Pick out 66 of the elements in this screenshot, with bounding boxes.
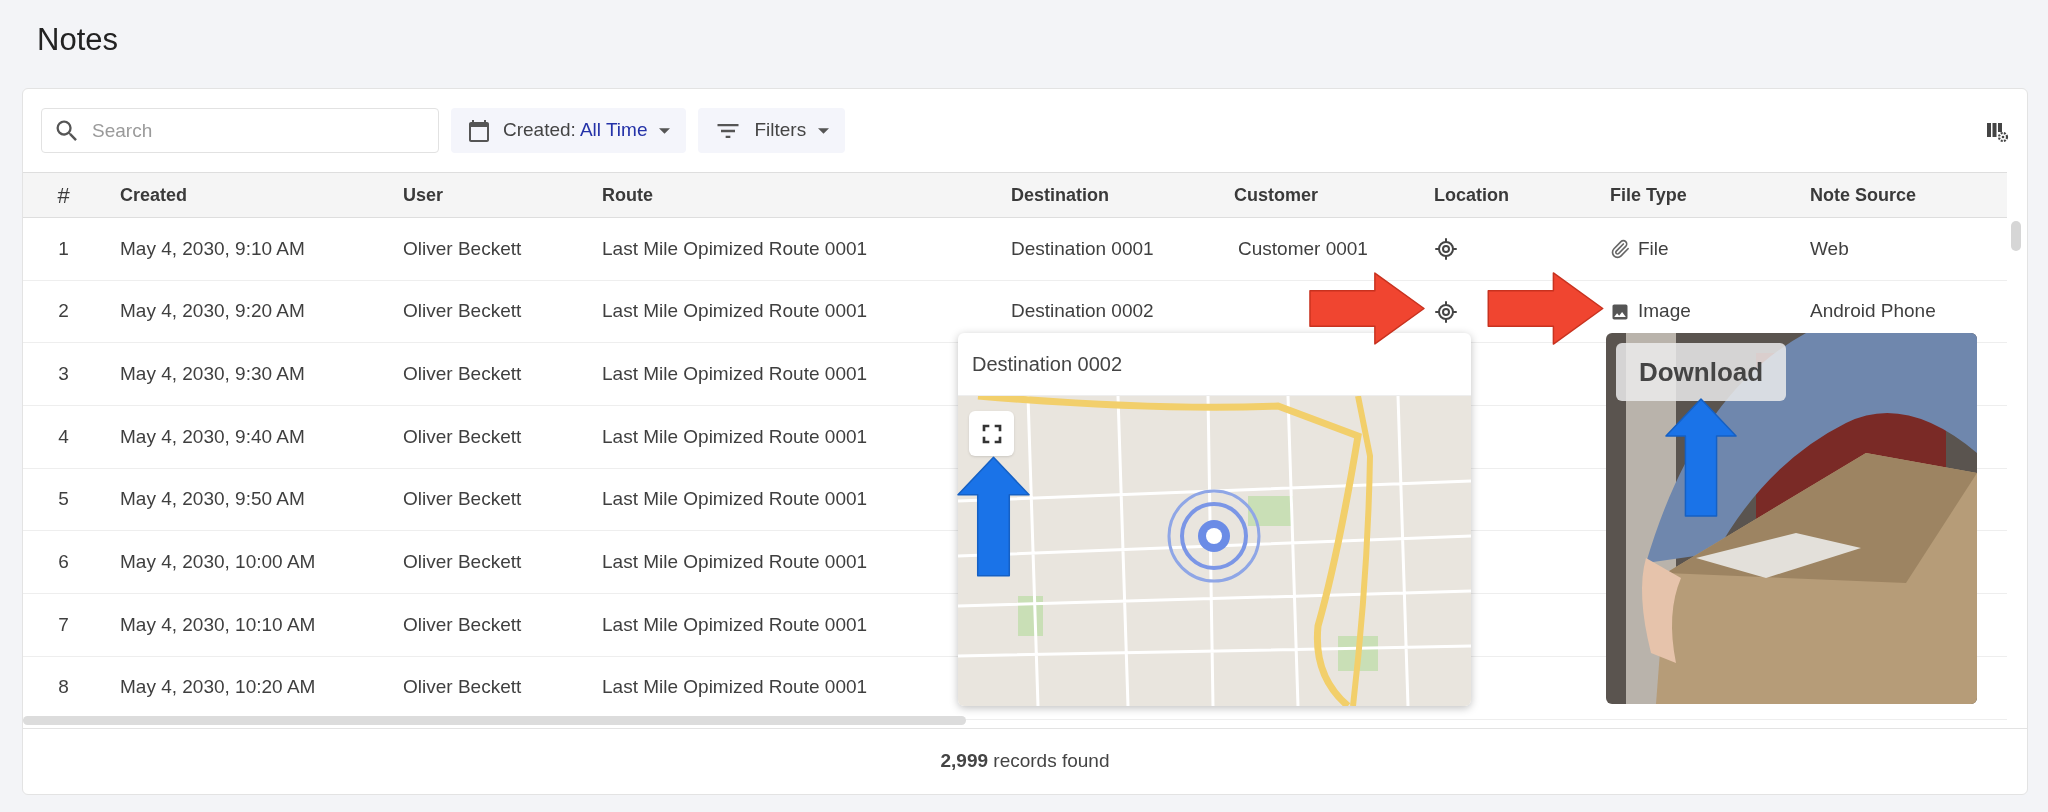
table-cell: Last Mile Opimized Route 0001 — [602, 237, 868, 259]
column-header[interactable]: # — [57, 178, 70, 212]
table-cell: Android Phone — [1810, 300, 1936, 322]
table-cell: Last Mile Opimized Route 0001 — [602, 613, 868, 635]
table-cell: Last Mile Opimized Route 0001 — [602, 488, 868, 510]
horizontal-scrollbar[interactable] — [23, 716, 966, 725]
table-cell: May 4, 2030, 9:40 AM — [120, 425, 305, 447]
column-header[interactable]: Note Source — [1810, 184, 1917, 205]
caret-icon — [818, 127, 830, 134]
column-header[interactable]: Route — [602, 184, 653, 205]
table-cell: May 4, 2030, 10:20 AM — [120, 676, 316, 698]
table-cell: Oliver Beckett — [403, 551, 522, 573]
table-cell: May 4, 2030, 9:50 AM — [120, 488, 305, 510]
table-cell: Oliver Beckett — [403, 300, 522, 322]
column-header[interactable]: Created — [120, 184, 188, 205]
table-cell: Destination 0002 — [1011, 300, 1154, 322]
table-cell: May 4, 2030, 9:20 AM — [120, 300, 305, 322]
row-number: 2 — [58, 299, 69, 324]
table-cell: Last Mile Opimized Route 0001 — [602, 300, 868, 322]
date-filter-value: All Time — [579, 118, 648, 143]
column-header[interactable]: File Type — [1610, 184, 1687, 205]
row-number: 6 — [58, 550, 69, 575]
column-header[interactable]: User — [403, 184, 444, 205]
table-cell: Last Mile Opimized Route 0001 — [602, 425, 868, 447]
table-cell: Web — [1810, 237, 1849, 259]
table-cell: Last Mile Opimized Route 0001 — [602, 551, 868, 573]
vertical-scrollbar[interactable] — [2011, 221, 2021, 251]
paperclip-icon — [1610, 238, 1630, 259]
row-number: 5 — [58, 487, 69, 512]
column-header[interactable]: Destination — [1011, 184, 1109, 205]
page-title: Notes — [37, 20, 118, 59]
table-cell-text: Image — [1638, 299, 1691, 324]
table-cell: Oliver Beckett — [403, 676, 522, 698]
popup-title: Destination 0002 — [972, 352, 1123, 377]
row-number: 1 — [58, 236, 69, 261]
table-cell: Last Mile Opimized Route 0001 — [602, 362, 868, 384]
search-field[interactable]: Search — [41, 108, 439, 153]
row-number: 3 — [58, 361, 69, 386]
table-cell: May 4, 2030, 10:10 AM — [120, 613, 316, 635]
calendar-icon — [467, 118, 491, 143]
location-icon[interactable] — [1434, 299, 1458, 324]
location-icon[interactable] — [1434, 236, 1458, 261]
table-cell: Destination 0001 — [1011, 237, 1154, 259]
download-button[interactable]: Download — [1616, 343, 1786, 401]
table-cell: Oliver Beckett — [403, 613, 522, 635]
column-header[interactable]: Customer — [1234, 184, 1318, 205]
table-cell: May 4, 2030, 9:10 AM — [120, 237, 305, 259]
date-filter-label: Created: — [503, 118, 576, 143]
filters-button[interactable]: Filters — [698, 108, 846, 153]
table-cell-text: File — [1638, 236, 1669, 261]
table-cell: Customer 0001 — [1238, 237, 1368, 259]
row-number: 7 — [58, 612, 69, 637]
table-cell: Oliver Beckett — [403, 425, 522, 447]
row-number: 4 — [58, 424, 69, 449]
date-filter-button[interactable]: Created: All Time — [451, 108, 687, 153]
table-cell: Oliver Beckett — [403, 488, 522, 510]
row-number: 8 — [58, 675, 69, 700]
table-cell: May 4, 2030, 9:30 AM — [120, 362, 305, 384]
caret-icon — [659, 127, 671, 134]
table-cell: Last Mile Opimized Route 0001 — [602, 676, 868, 698]
column-header[interactable]: Location — [1434, 184, 1509, 205]
table-cell: Oliver Beckett — [403, 362, 522, 384]
table-cell: May 4, 2030, 10:00 AM — [120, 551, 316, 573]
fullscreen-button[interactable] — [969, 411, 1014, 456]
records-count: 2,999 records found — [940, 749, 1110, 774]
table-cell: Oliver Beckett — [403, 237, 522, 259]
